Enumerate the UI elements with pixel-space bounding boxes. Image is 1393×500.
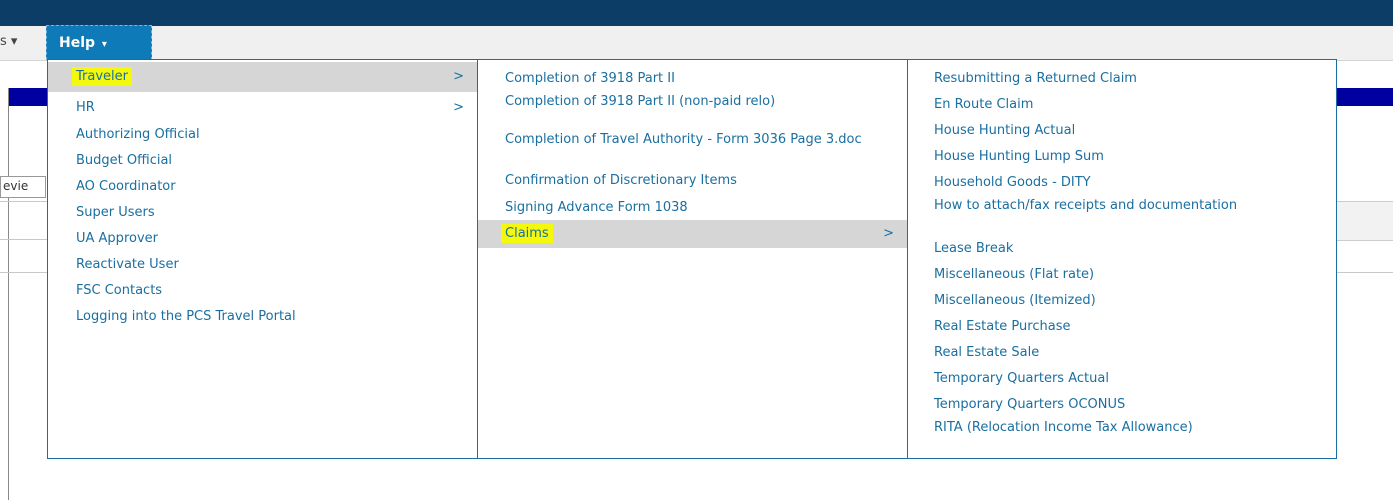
menu-item-label: Completion of Travel Authority - Form 30… xyxy=(505,132,862,147)
menu-item-label: Miscellaneous (Itemized) xyxy=(934,293,1096,308)
menu-item-hr[interactable]: HR > xyxy=(48,95,477,120)
menu-item-reactivate-user[interactable]: Reactivate User xyxy=(48,252,477,277)
menu-item-label: Completion of 3918 Part II (non-paid rel… xyxy=(505,94,776,109)
menu-item-label: Confirmation of Discretionary Items xyxy=(505,173,737,188)
menu-item-confirmation-of-discretionary-items[interactable]: Confirmation of Discretionary Items xyxy=(478,168,907,193)
menu-item-temporary-quarters-actual[interactable]: Temporary Quarters Actual xyxy=(908,366,1336,391)
top-header-bar xyxy=(0,0,1393,26)
menu-item-label: UA Approver xyxy=(76,231,158,246)
menu-item-label: RITA (Relocation Income Tax Allowance) xyxy=(934,420,1193,435)
menu-item-logging-into-the-pcs-travel-portal[interactable]: Logging into the PCS Travel Portal xyxy=(48,304,477,329)
menu-item-label: Resubmitting a Returned Claim xyxy=(934,71,1137,86)
help-menu-label: Help xyxy=(59,35,96,51)
menu-item-how-to-attach-fax-receipts-and-documentation[interactable]: How to attach/fax receipts and documenta… xyxy=(908,196,1336,231)
menu-item-ao-coordinator[interactable]: AO Coordinator xyxy=(48,174,477,199)
menu-item-real-estate-sale[interactable]: Real Estate Sale xyxy=(908,340,1336,365)
menu-item-label: Real Estate Purchase xyxy=(934,319,1071,334)
background-field: evie xyxy=(0,176,46,198)
menu-item-household-goods-dity[interactable]: Household Goods - DITY xyxy=(908,170,1336,195)
page-left-frame xyxy=(0,88,9,500)
menu-item-label: Temporary Quarters Actual xyxy=(934,371,1109,386)
menu-item-super-users[interactable]: Super Users xyxy=(48,200,477,225)
menu-item-label: Temporary Quarters OCONUS xyxy=(934,397,1126,412)
menu-item-traveler[interactable]: Traveler > xyxy=(48,62,477,92)
menu-item-label: Completion of 3918 Part II xyxy=(505,71,675,86)
menu-item-label: Traveler xyxy=(72,67,132,86)
menu-item-label: Authorizing Official xyxy=(76,127,200,142)
menu-item-house-hunting-actual[interactable]: House Hunting Actual xyxy=(908,118,1336,143)
chevron-down-icon: ▾ xyxy=(101,39,107,50)
menu-item-fsc-contacts[interactable]: FSC Contacts xyxy=(48,278,477,303)
menu-item-ua-approver[interactable]: UA Approver xyxy=(48,226,477,251)
previous-menu-item[interactable]: s ▾ xyxy=(0,34,17,49)
menu-item-miscellaneous-itemized[interactable]: Miscellaneous (Itemized) xyxy=(908,288,1336,313)
background-panel xyxy=(1336,201,1393,241)
menu-item-en-route-claim[interactable]: En Route Claim xyxy=(908,92,1336,117)
menu-item-real-estate-purchase[interactable]: Real Estate Purchase xyxy=(908,314,1336,339)
menu-item-lease-break[interactable]: Lease Break xyxy=(908,236,1336,261)
menu-item-completion-of-3918-part-ii-non-paid-relo[interactable]: Completion of 3918 Part II (non-paid rel… xyxy=(478,92,907,124)
menu-item-budget-official[interactable]: Budget Official xyxy=(48,148,477,173)
menu-item-label: Miscellaneous (Flat rate) xyxy=(934,267,1095,282)
menu-item-resubmitting-a-returned-claim[interactable]: Resubmitting a Returned Claim xyxy=(908,66,1336,91)
menu-item-label: Household Goods - DITY xyxy=(934,175,1091,190)
menu-item-label: HR xyxy=(76,100,95,115)
menu-item-house-hunting-lump-sum[interactable]: House Hunting Lump Sum xyxy=(908,144,1336,169)
menu-item-label: Lease Break xyxy=(934,241,1014,256)
menu-item-label: Budget Official xyxy=(76,153,173,168)
menu-item-authorizing-official[interactable]: Authorizing Official xyxy=(48,122,477,147)
menu-item-label: House Hunting Lump Sum xyxy=(934,149,1104,164)
menu-item-label: Super Users xyxy=(76,205,155,220)
main-menu-bar xyxy=(0,26,1393,61)
menu-item-label: Reactivate User xyxy=(76,257,179,272)
menu-item-signing-advance-form-1038[interactable]: Signing Advance Form 1038 xyxy=(478,195,907,220)
chevron-right-icon: > xyxy=(883,226,894,241)
menu-column-roles: Traveler > HR > Authorizing Official Budget O… xyxy=(48,60,478,458)
menu-item-rita-relocation-income-tax-allowance[interactable]: RITA (Relocation Income Tax Allowance) xyxy=(908,418,1336,460)
help-menu-button[interactable]: Help ▾ xyxy=(46,25,152,60)
chevron-right-icon: > xyxy=(453,69,464,84)
help-dropdown-menu: Traveler > HR > Authorizing Official Budget O… xyxy=(47,59,1337,459)
menu-item-claims[interactable]: Claims > xyxy=(478,220,907,248)
menu-item-label: Claims xyxy=(501,224,553,243)
menu-column-claims: Resubmitting a Returned Claim En Route Cl… xyxy=(908,60,1336,458)
menu-item-label: House Hunting Actual xyxy=(934,123,1076,138)
menu-item-miscellaneous-flat-rate[interactable]: Miscellaneous (Flat rate) xyxy=(908,262,1336,287)
menu-item-label: En Route Claim xyxy=(934,97,1034,112)
menu-item-label: FSC Contacts xyxy=(76,283,163,298)
menu-item-label: How to attach/fax receipts and documenta… xyxy=(934,198,1238,213)
menu-item-label: Real Estate Sale xyxy=(934,345,1040,360)
menu-item-label: AO Coordinator xyxy=(76,179,176,194)
menu-item-completion-of-3918-part-ii[interactable]: Completion of 3918 Part II xyxy=(478,66,907,91)
menu-item-completion-of-travel-authority-form-3036-page-3-doc[interactable]: Completion of Travel Authority - Form 30… xyxy=(478,130,907,162)
menu-column-traveler: Completion of 3918 Part II Completion of … xyxy=(478,60,908,458)
menu-item-label: Logging into the PCS Travel Portal xyxy=(76,309,296,324)
menu-item-temporary-quarters-oconus[interactable]: Temporary Quarters OCONUS xyxy=(908,392,1336,417)
chevron-right-icon: > xyxy=(453,100,464,115)
menu-item-label: Signing Advance Form 1038 xyxy=(505,200,688,215)
